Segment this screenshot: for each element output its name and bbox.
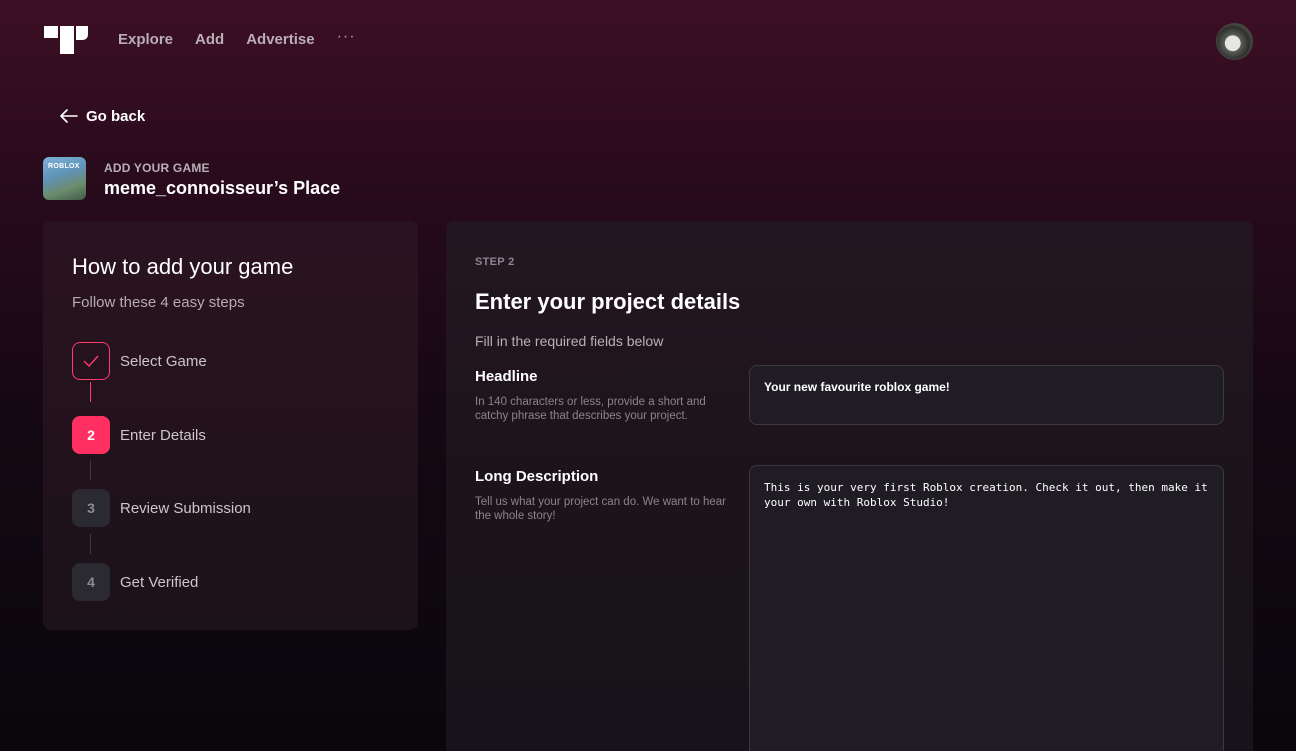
description-label: Long Description [475, 468, 599, 485]
description-textarea[interactable]: This is your very first Roblox creation.… [749, 465, 1224, 751]
step-number: 2 [72, 416, 110, 454]
main-nav: Explore Add Advertise ··· [118, 28, 356, 49]
check-icon [72, 342, 110, 380]
game-kicker: ADD YOUR GAME [104, 161, 210, 175]
top-bar: Explore Add Advertise ··· [0, 0, 1296, 82]
step-number: 3 [72, 489, 110, 527]
headline-input[interactable]: Your new favourite roblox game! [749, 365, 1224, 425]
step-get-verified[interactable]: 4 Get Verified [72, 563, 198, 601]
step-number: 4 [72, 563, 110, 601]
more-menu-icon[interactable]: ··· [337, 28, 356, 46]
steps-subtitle: Follow these 4 easy steps [72, 294, 245, 311]
headline-label: Headline [475, 368, 538, 385]
step-review-submission[interactable]: 3 Review Submission [72, 489, 251, 527]
step-connector [90, 382, 91, 402]
step-connector [90, 534, 91, 554]
go-back-label: Go back [86, 107, 146, 125]
step-label: Select Game [120, 352, 207, 370]
game-title: meme_connoisseur’s Place [104, 178, 341, 198]
game-thumbnail-text: ROBLOX [48, 163, 80, 170]
steps-title: How to add your game [72, 254, 294, 279]
user-avatar[interactable] [1216, 23, 1253, 60]
description-help: Tell us what your project can do. We wan… [475, 496, 727, 522]
step-label: Review Submission [120, 499, 251, 517]
step-enter-details[interactable]: 2 Enter Details [72, 416, 206, 454]
brand-logo-icon[interactable] [44, 26, 88, 54]
step-connector [90, 460, 91, 480]
form-panel: STEP 2 Enter your project details Fill i… [446, 221, 1253, 751]
form-step-tag: STEP 2 [475, 256, 515, 268]
nav-advertise-link[interactable]: Advertise [246, 31, 314, 48]
game-thumbnail: ROBLOX [43, 157, 86, 200]
steps-panel: How to add your game Follow these 4 easy… [43, 221, 418, 630]
step-select-game[interactable]: Select Game [72, 342, 207, 380]
headline-help: In 140 characters or less, provide a sho… [475, 396, 706, 422]
go-back-button[interactable]: Go back [58, 107, 145, 125]
arrow-left-icon [60, 109, 78, 123]
form-title: Enter your project details [475, 289, 741, 314]
form-subtitle: Fill in the required fields below [475, 333, 664, 349]
step-label: Get Verified [120, 573, 199, 591]
nav-explore-link[interactable]: Explore [118, 31, 173, 48]
step-label: Enter Details [120, 426, 206, 444]
nav-add-link[interactable]: Add [195, 31, 224, 48]
